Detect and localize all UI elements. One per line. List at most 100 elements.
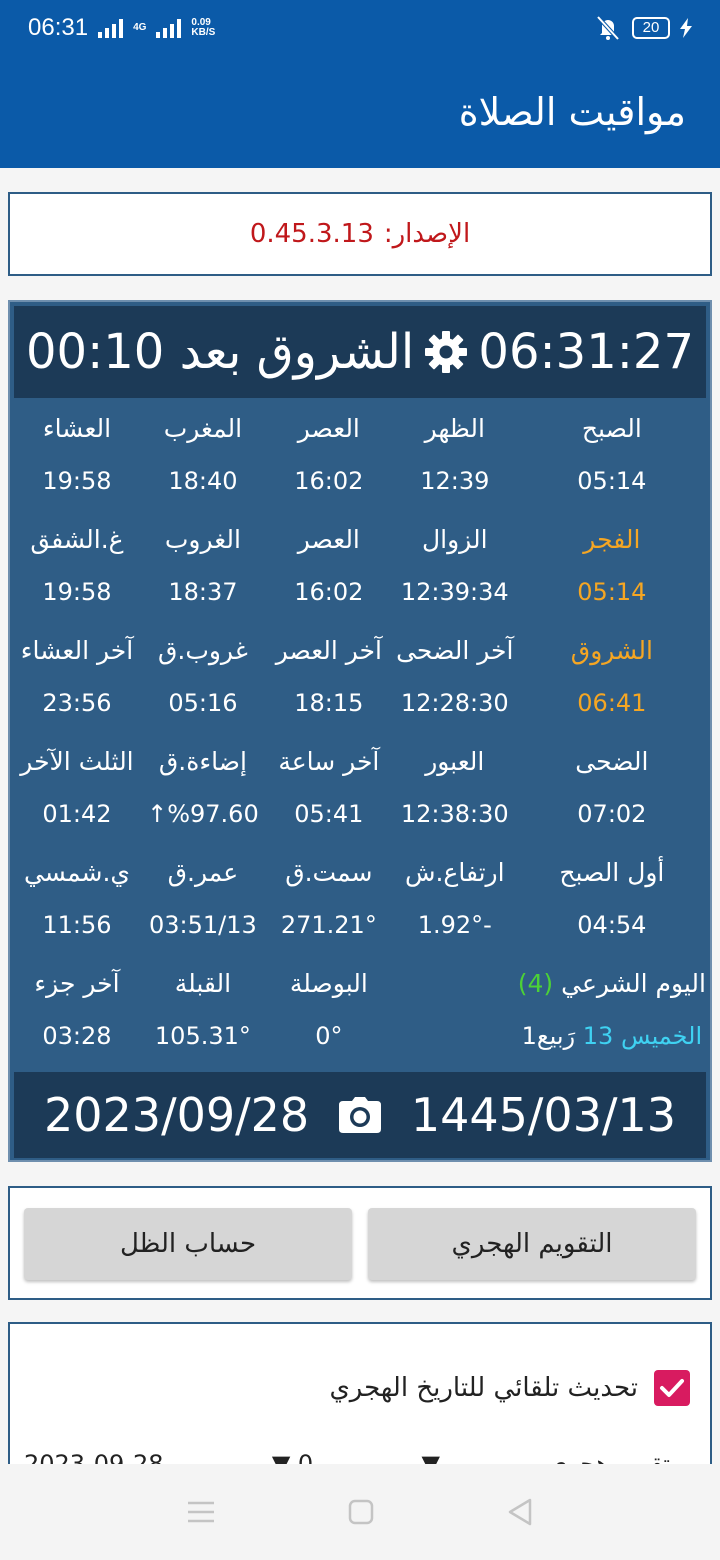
mute-icon <box>596 15 620 41</box>
time-cell: سمت.ق 271.21° <box>266 848 392 959</box>
compass-cell: البوصلة 0° <box>266 959 392 1070</box>
day-count: (4) <box>517 969 554 998</box>
current-clock: 06:31:27 <box>478 324 694 380</box>
app-title: مواقيت الصلاة <box>458 90 686 134</box>
gregorian-date: 2023/09/28 <box>44 1088 310 1142</box>
auto-update-checkbox[interactable] <box>654 1370 690 1406</box>
time-label: العصر <box>297 414 360 443</box>
time-value: 1.92°- <box>417 911 492 939</box>
qibla-label: القبلة <box>174 969 232 998</box>
time-value: 06:41 <box>577 689 647 717</box>
time-cell: غ.الشفق 19:58 <box>14 515 140 626</box>
panel-footer: 2023/09/28 1445/03/13 <box>14 1072 706 1158</box>
day-label: اليوم الشرعي (4) <box>518 959 706 999</box>
charging-icon <box>680 18 692 38</box>
hijri-offset-row: 2023-09-28 ▼ 0 ▼ تقويم هجري <box>24 1450 670 1464</box>
time-cell: الغروب 18:37 <box>140 515 266 626</box>
time-label: الظهر <box>424 414 485 443</box>
time-value: 11:56 <box>42 911 112 939</box>
time-value: 05:16 <box>168 689 238 717</box>
prayer-times-panel: الشروق بعد 00:10 06:31:27 الصبح 05:14 الظ… <box>8 300 712 1162</box>
time-value: 23:56 <box>42 689 112 717</box>
time-value: 05:41 <box>294 800 364 828</box>
time-label: العصر <box>297 525 360 554</box>
home-icon[interactable] <box>348 1499 374 1525</box>
battery-indicator: 20 <box>632 17 670 39</box>
offset-dropdown[interactable]: ▼ 0 <box>272 1450 313 1464</box>
time-value: 05:14 <box>577 467 647 495</box>
time-value: 19:58 <box>42 467 112 495</box>
time-value: 18:37 <box>168 578 238 606</box>
time-cell-highlight: الفجر 05:14 <box>518 515 706 626</box>
version-label: الإصدار: <box>383 219 471 249</box>
time-label: الصبح <box>581 414 642 443</box>
time-cell: أول الصبح 04:54 <box>518 848 706 959</box>
time-value: 03:51/13 <box>149 911 257 939</box>
settings-card: تحديث تلقائي للتاريخ الهجري 2023-09-28 ▼… <box>8 1322 712 1464</box>
time-value: 05:14 <box>577 578 647 606</box>
auto-update-row[interactable]: تحديث تلقائي للتاريخ الهجري <box>329 1370 690 1406</box>
offset-date: 2023-09-28 <box>24 1450 164 1464</box>
day-label-text: اليوم الشرعي <box>561 969 706 998</box>
time-label: العشاء <box>42 414 112 443</box>
status-time: 06:31 <box>28 14 89 41</box>
time-cell: العبور 12:38:30 <box>392 737 518 848</box>
time-cell: عمر.ق 03:51/13 <box>140 848 266 959</box>
compass-value: 0° <box>315 1022 343 1050</box>
time-cell: إضاءة.ق %97.60↑ <box>140 737 266 848</box>
menu-icon[interactable] <box>187 1500 215 1524</box>
time-cell: ي.شمسي 11:56 <box>14 848 140 959</box>
hijri-calendar-button[interactable]: التقويم الهجري <box>368 1208 696 1280</box>
weekday: الخميس <box>620 1022 703 1050</box>
offset-value: 0 <box>297 1450 314 1464</box>
time-value: 07:02 <box>577 800 647 828</box>
net-speed-unit: KB/S <box>191 27 216 38</box>
time-label: الفجر <box>583 525 641 554</box>
app-bar: مواقيت الصلاة <box>0 56 720 168</box>
status-right: 20 <box>594 15 692 41</box>
time-label: سمت.ق <box>285 858 373 887</box>
time-value: 01:42 <box>42 800 112 828</box>
time-cell: غروب.ق 05:16 <box>140 626 266 737</box>
navigation-bar <box>0 1464 720 1560</box>
time-value: 12:38:30 <box>400 800 509 828</box>
buttons-card: حساب الظل التقويم الهجري <box>8 1186 712 1300</box>
time-label: ي.شمسي <box>23 858 130 887</box>
camera-icon[interactable] <box>339 1097 381 1133</box>
signal-icon-2 <box>156 18 182 38</box>
auto-update-label: تحديث تلقائي للتاريخ الهجري <box>329 1373 638 1403</box>
time-label: الشروق <box>570 636 653 665</box>
time-cell: آخر الضحى 12:28:30 <box>392 626 518 737</box>
time-label: أول الصبح <box>559 858 665 887</box>
next-prayer-countdown: الشروق بعد 00:10 <box>26 324 415 380</box>
offset-dropdown-2[interactable]: ▼ <box>422 1450 440 1464</box>
last-part-label: آخر جزء <box>34 969 120 998</box>
time-cell: العصر 16:02 <box>266 515 392 626</box>
time-label: الزوال <box>422 525 488 554</box>
time-cell: العشاء 19:58 <box>14 404 140 515</box>
time-cell-highlight: الشروق 06:41 <box>518 626 706 737</box>
last-part-value: 03:28 <box>42 1022 112 1050</box>
time-value: 18:40 <box>168 467 238 495</box>
time-value: 12:39:34 <box>400 578 509 606</box>
settings-gear-icon[interactable] <box>424 330 468 374</box>
time-value: %97.60↑ <box>147 800 259 828</box>
time-cell: آخر العشاء 23:56 <box>14 626 140 737</box>
back-icon[interactable] <box>507 1498 533 1526</box>
compass-label: البوصلة <box>289 969 368 998</box>
time-label: آخر ساعة <box>278 747 380 776</box>
shadow-calc-button[interactable]: حساب الظل <box>24 1208 352 1280</box>
time-label: آخر العصر <box>275 636 382 665</box>
time-label: العبور <box>425 747 485 776</box>
time-label: غ.الشفق <box>30 525 124 554</box>
net-speed: 0.09 KB/S <box>191 18 215 38</box>
time-value: 16:02 <box>294 578 364 606</box>
time-cell: الزوال 12:39:34 <box>392 515 518 626</box>
time-label: الثلث الآخر <box>20 747 134 776</box>
time-cell: الضحى 07:02 <box>518 737 706 848</box>
prayer-times-grid: الصبح 05:14 الظهر 12:39 العصر 16:02 المغرب 1… <box>14 404 706 1070</box>
status-left: 06:31 4G 0.09 KB/S <box>28 14 215 42</box>
time-value: 12:28:30 <box>400 689 509 717</box>
time-cell: المغرب 18:40 <box>140 404 266 515</box>
time-value: 16:02 <box>294 467 364 495</box>
